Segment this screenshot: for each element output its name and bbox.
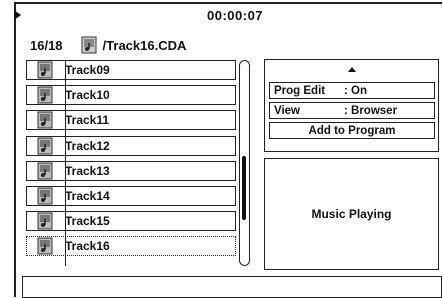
music-file-icon bbox=[27, 211, 63, 231]
current-file-path: 16/18 /Track16.CDA bbox=[30, 34, 186, 56]
options-panel: Prog Edit : On View : Browser Add to Pro… bbox=[264, 59, 439, 152]
track-count: 16/18 bbox=[30, 38, 63, 53]
play-icon bbox=[14, 10, 21, 20]
prog-edit-label: Prog Edit bbox=[270, 85, 344, 97]
view-label: View bbox=[270, 105, 344, 117]
track-label: Track13 bbox=[65, 164, 110, 178]
track-label: Track10 bbox=[65, 88, 110, 102]
music-file-icon bbox=[27, 110, 63, 130]
music-file-icon bbox=[81, 36, 99, 54]
list-divider bbox=[65, 60, 66, 266]
track-item[interactable]: Track09 bbox=[26, 60, 236, 80]
prog-edit-option[interactable]: Prog Edit : On bbox=[269, 82, 435, 99]
track-item[interactable]: Track15 bbox=[26, 211, 236, 231]
view-option[interactable]: View : Browser bbox=[269, 102, 435, 119]
track-label: Track16 bbox=[65, 239, 110, 253]
track-item[interactable]: Track12 bbox=[26, 136, 236, 156]
status-text: Music Playing bbox=[311, 207, 391, 221]
track-label: Track12 bbox=[65, 139, 110, 153]
prog-edit-value: : On bbox=[344, 85, 367, 97]
track-item[interactable]: Track14 bbox=[26, 186, 236, 206]
music-file-icon bbox=[27, 236, 63, 256]
path-text: /Track16.CDA bbox=[103, 38, 187, 53]
add-to-program-button[interactable]: Add to Program bbox=[269, 122, 435, 139]
track-label: Track15 bbox=[65, 214, 110, 228]
add-to-program-label: Add to Program bbox=[309, 125, 396, 137]
music-file-icon bbox=[27, 136, 63, 156]
scrollbar[interactable] bbox=[239, 60, 250, 266]
playback-time: 00:00:07 bbox=[207, 8, 263, 23]
up-arrow-icon[interactable] bbox=[348, 67, 356, 72]
status-panel: Music Playing bbox=[264, 158, 439, 270]
music-file-icon bbox=[27, 60, 63, 80]
scrollbar-thumb[interactable] bbox=[242, 156, 246, 220]
track-item[interactable]: Track13 bbox=[26, 161, 236, 181]
track-label: Track09 bbox=[65, 63, 110, 77]
track-label: Track14 bbox=[65, 189, 110, 203]
track-label: Track11 bbox=[65, 113, 109, 127]
view-value: : Browser bbox=[344, 105, 397, 117]
track-item[interactable]: Track11 bbox=[26, 110, 236, 130]
music-file-icon bbox=[27, 186, 63, 206]
track-item[interactable]: Track16 bbox=[26, 236, 236, 256]
info-bar bbox=[22, 276, 442, 298]
music-file-icon bbox=[27, 85, 63, 105]
music-file-icon bbox=[27, 161, 63, 181]
track-item[interactable]: Track10 bbox=[26, 85, 236, 105]
